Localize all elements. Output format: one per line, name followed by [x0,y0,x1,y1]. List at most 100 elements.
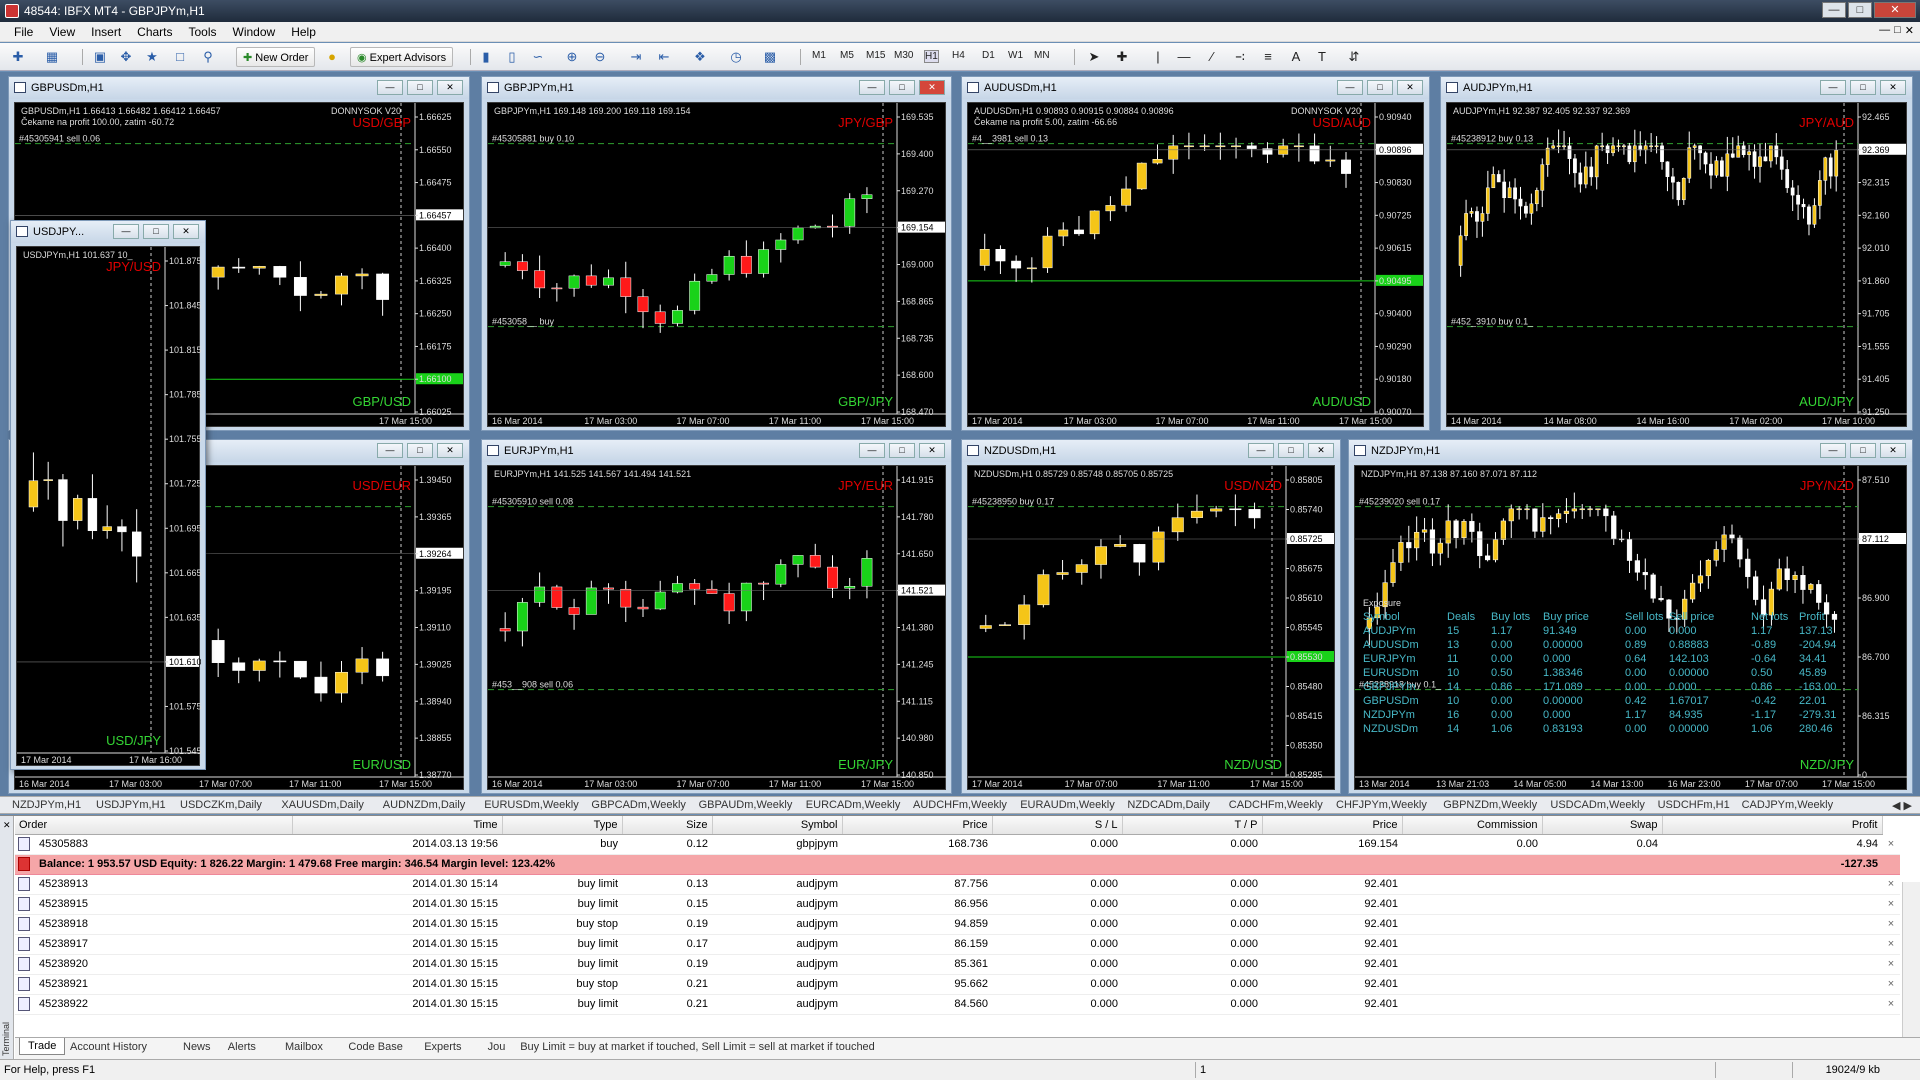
chart-tab[interactable]: XAUUSDm,Daily [281,799,364,811]
chart-maximize-button[interactable]: □ [889,80,915,95]
chart-maximize-button[interactable]: □ [1850,80,1876,95]
chart-tab[interactable]: USDJPYm,H1 [96,799,166,811]
chart-minimize-button[interactable]: — [859,443,885,458]
chart-tab[interactable]: EURCADm,Weekly [806,799,901,811]
menu-charts[interactable]: Charts [129,22,180,41]
chart-canvas[interactable]: 0.90940 0.90896 0.90830 0.90725 0.90615 0.904… [968,103,1425,428]
menu-help[interactable]: Help [283,22,324,41]
chart-plot-nzdusd[interactable]: 0.85805 0.85740 0.85725 0.85675 0.85610 0.855… [967,465,1336,791]
strategy-tester-icon[interactable]: ⚲ [200,49,216,65]
new-chart-icon[interactable]: ✚ [10,49,26,65]
table-row[interactable]: 45238920 2014.01.30 15:15 buy limit 0.19 aud… [15,954,1900,975]
terminal-tab-mailbox[interactable]: Mailbox [285,1041,323,1053]
chart-minimize-button[interactable]: — [377,443,403,458]
auto-scroll-icon[interactable]: ⇥ [628,49,644,65]
tf-h1[interactable]: H1 [924,50,939,63]
chart-canvas[interactable]: 92.465 92.369 92.315 92.160 92.010 91.860 91.7… [1447,103,1908,428]
chart-tab[interactable]: USDCADm,Weekly [1550,799,1645,811]
chart-minimize-button[interactable]: — [1337,80,1363,95]
chart-window-nzdjpy[interactable]: NZDJPYm,H1 — □ ✕ 87.510 87.112 86.900 86.700 86.… [1348,439,1913,794]
column-header[interactable]: Symbol [712,816,843,835]
column-header[interactable]: T / P [1122,816,1263,835]
horizontal-line-icon[interactable]: — [1176,49,1192,65]
chart-plot-audjpy[interactable]: 92.465 92.369 92.315 92.160 92.010 91.860 91.7… [1446,102,1908,428]
terminal-tab-jou[interactable]: Jou [488,1041,506,1053]
chart-plot-usdjpy[interactable]: 101.875 101.845 101.815 101.785 101.755 101.7… [16,246,201,766]
new-order-button[interactable]: ✚ New Order [236,47,316,67]
chart-close-button[interactable]: ✕ [1880,443,1906,458]
chart-window-title[interactable]: GBPJPYm,H1 — □ ✕ [482,77,951,99]
tf-d1[interactable]: D1 [982,50,995,61]
terminal-tab-code-base[interactable]: Code Base [348,1041,402,1053]
meta-editor-icon[interactable]: ● [324,49,340,65]
navigator-icon[interactable]: ★ [144,49,160,65]
table-row[interactable]: 45238917 2014.01.30 15:15 buy limit 0.17 aud… [15,934,1900,955]
chart-tab[interactable]: NZDJPYm,H1 [12,799,81,811]
maximize-button[interactable]: □ [1848,2,1872,18]
chart-maximize-button[interactable]: □ [407,80,433,95]
chart-maximize-button[interactable]: □ [1278,443,1304,458]
line-chart-icon[interactable]: ∽ [530,49,546,65]
chart-close-button[interactable]: ✕ [437,443,463,458]
chart-window-title[interactable]: NZDUSDm,H1 — □ ✕ [962,440,1340,462]
delete-order-icon[interactable]: × [1882,974,1900,995]
text-label-icon[interactable]: T [1314,49,1330,65]
menu-file[interactable]: File [6,22,41,41]
zoom-in-icon[interactable]: ⊕ [564,49,580,65]
table-row[interactable]: 45238913 2014.01.30 15:14 buy limit 0.13 aud… [15,874,1900,895]
chart-minimize-button[interactable]: — [113,224,139,239]
column-header[interactable]: Order [15,816,293,835]
chart-window-title[interactable]: AUDUSDm,H1 — □ ✕ [962,77,1429,99]
chart-window-title[interactable]: GBPUSDm,H1 — □ ✕ [9,77,469,99]
chart-tab[interactable]: GBPAUDm,Weekly [699,799,793,811]
column-header[interactable]: S / L [992,816,1123,835]
chart-plot-nzdjpy[interactable]: 87.510 87.112 86.900 86.700 86.315 0 13 Mar 20… [1354,465,1908,790]
chart-canvas[interactable]: 169.535 169.400 169.270 169.154 169.000 168.8… [488,103,947,428]
chart-canvas[interactable]: 0.85805 0.85740 0.85725 0.85675 0.85610 0.855… [968,466,1336,791]
vertical-line-icon[interactable]: | [1150,49,1166,65]
chart-window-title[interactable]: AUDJPYm,H1 — □ ✕ [1441,77,1912,99]
chart-window-title[interactable]: EURJPYm,H1 — □ ✕ [482,440,951,462]
delete-order-icon[interactable]: × [1882,894,1900,915]
terminal-tab-trade[interactable]: Trade [19,1038,66,1055]
channel-icon[interactable]: ∹ [1232,49,1248,65]
chart-close-button[interactable]: ✕ [919,80,945,95]
terminal-tab-experts[interactable]: Experts [424,1041,461,1053]
chart-window-title[interactable]: NZDJPYm,H1 — □ ✕ [1349,440,1912,462]
fibonacci-icon[interactable]: ≡ [1260,49,1276,65]
chart-close-button[interactable]: ✕ [1397,80,1423,95]
chart-close-button[interactable]: ✕ [1880,80,1906,95]
table-row[interactable]: 45305883 2014.03.13 19:56 buy 0.12 gbpjpym 16… [15,834,1900,855]
cursor-icon[interactable]: ➤ [1086,49,1102,65]
chart-maximize-button[interactable]: □ [1367,80,1393,95]
chart-tab[interactable]: CADCHFm,Weekly [1229,799,1323,811]
trendline-icon[interactable]: ∕ [1204,49,1220,65]
chart-close-button[interactable]: ✕ [919,443,945,458]
chart-window-nzdusd[interactable]: NZDUSDm,H1 — □ ✕ 0.85805 0.85740 0.85725 0.8567… [961,439,1341,794]
periods-icon[interactable]: ◷ [728,49,744,65]
chart-tab[interactable]: CHFJPYm,Weekly [1336,799,1427,811]
table-row[interactable]: 45238915 2014.01.30 15:15 buy limit 0.15 aud… [15,894,1900,915]
chart-tab[interactable]: AUDCHFm,Weekly [913,799,1007,811]
tf-m30[interactable]: M30 [894,50,913,61]
column-header[interactable]: Profit [1662,816,1883,835]
chart-minimize-button[interactable]: — [859,80,885,95]
tf-w1[interactable]: W1 [1008,50,1023,61]
chart-tab[interactable]: EURAUDm,Weekly [1020,799,1115,811]
column-header[interactable]: Price [1262,816,1403,835]
chart-tab[interactable]: EURUSDm,Weekly [484,799,579,811]
data-window-icon[interactable]: ✥ [118,49,134,65]
minimize-button[interactable]: — [1822,2,1846,18]
column-header[interactable]: Time [292,816,503,835]
chart-plot-audusd[interactable]: 0.90940 0.90896 0.90830 0.90725 0.90615 0.904… [967,102,1425,428]
chart-tab[interactable]: AUDNZDm,Daily [383,799,466,811]
terminal-tab-alerts[interactable]: Alerts [228,1041,256,1053]
chart-close-button[interactable]: ✕ [437,80,463,95]
tf-m15[interactable]: M15 [866,50,885,61]
chart-tab[interactable]: GBPNZDm,Weekly [1443,799,1537,811]
table-row[interactable]: 45238922 2014.01.30 15:15 buy limit 0.21 aud… [15,994,1900,1015]
chart-window-audusd[interactable]: AUDUSDm,H1 — □ ✕ 0.90940 0.90896 0.90830 0.9072… [961,76,1430,431]
delete-order-icon[interactable]: × [1882,914,1900,935]
chart-window-audjpy[interactable]: AUDJPYm,H1— □ ✕ 92.465 92.369 92.315 92.160 92.… [1440,76,1913,431]
chart-window-gbpjpy[interactable]: GBPJPYm,H1 — □ ✕ 169.535 169.400 169.270 169.15… [481,76,952,431]
